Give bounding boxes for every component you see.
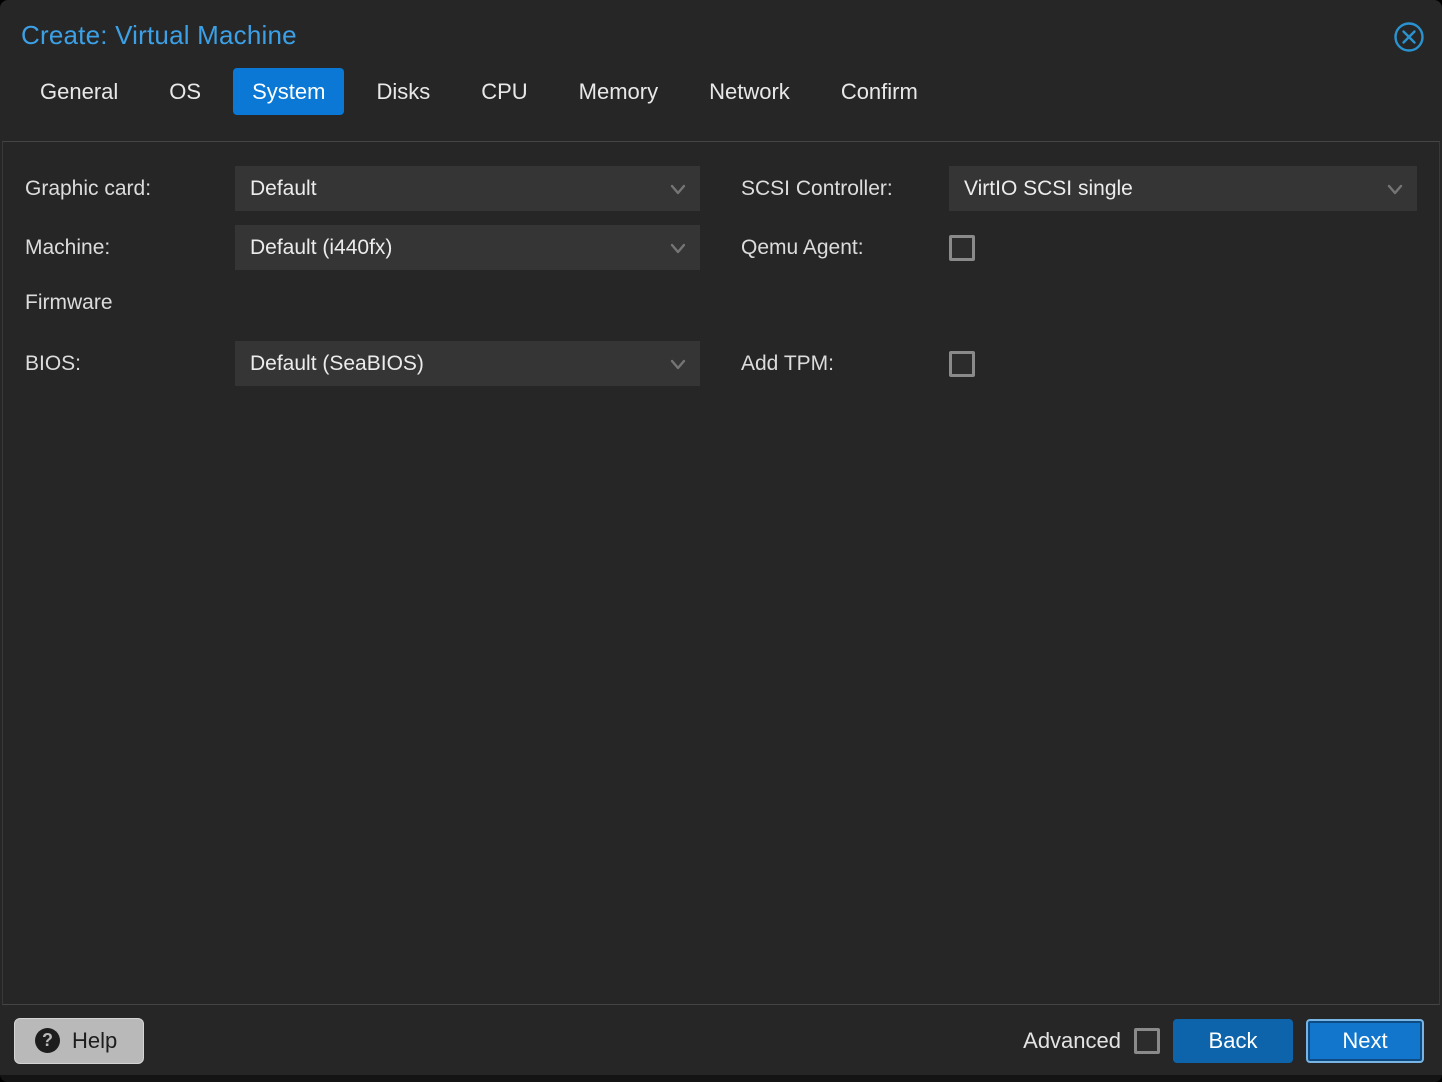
wizard-tabs: General OS System Disks CPU Memory Netwo… (21, 68, 1421, 125)
scsi-controller-row: SCSI Controller: VirtIO SCSI single (741, 166, 1417, 211)
bios-value: Default (SeaBIOS) (235, 352, 424, 376)
bios-select[interactable]: Default (SeaBIOS) (235, 341, 700, 386)
back-button[interactable]: Back (1173, 1019, 1293, 1063)
graphic-card-row: Graphic card: Default (25, 166, 700, 211)
advanced-label: Advanced (1023, 1028, 1121, 1054)
qemu-agent-row: Qemu Agent: (741, 225, 975, 270)
close-button[interactable] (1392, 20, 1426, 54)
scsi-controller-select[interactable]: VirtIO SCSI single (949, 166, 1417, 211)
machine-row: Machine: Default (i440fx) (25, 225, 700, 270)
add-tpm-checkbox[interactable] (949, 351, 975, 377)
graphic-card-select[interactable]: Default (235, 166, 700, 211)
tab-cpu[interactable]: CPU (462, 68, 546, 115)
qemu-agent-label: Qemu Agent: (741, 236, 949, 260)
chevron-down-icon (1383, 177, 1407, 201)
scsi-controller-label: SCSI Controller: (741, 177, 949, 201)
footer-actions: Advanced Back Next (1023, 1019, 1424, 1063)
tab-system[interactable]: System (233, 68, 344, 115)
tab-os[interactable]: OS (150, 68, 220, 115)
tab-general[interactable]: General (21, 68, 137, 115)
graphic-card-label: Graphic card: (25, 177, 235, 201)
machine-value: Default (i440fx) (235, 236, 392, 260)
tab-disks[interactable]: Disks (357, 68, 449, 115)
create-vm-dialog: Create: Virtual Machine General OS Syste… (0, 0, 1442, 1082)
chevron-down-icon (666, 352, 690, 376)
dialog-header: Create: Virtual Machine General OS Syste… (0, 0, 1442, 125)
form-panel: Graphic card: Default Machine: Default (… (2, 141, 1440, 1005)
chevron-down-icon (666, 177, 690, 201)
close-icon (1392, 42, 1426, 57)
machine-label: Machine: (25, 236, 235, 260)
help-button[interactable]: ? Help (14, 1018, 144, 1064)
advanced-checkbox[interactable] (1134, 1028, 1160, 1054)
bios-row: BIOS: Default (SeaBIOS) (25, 341, 700, 386)
tab-network[interactable]: Network (690, 68, 809, 115)
firmware-section-label: Firmware (25, 288, 113, 318)
add-tpm-row: Add TPM: (741, 341, 975, 386)
add-tpm-label: Add TPM: (741, 352, 949, 376)
window-bottom-edge (0, 1075, 1442, 1082)
firmware-section: Firmware (25, 288, 113, 318)
qemu-agent-checkbox[interactable] (949, 235, 975, 261)
tab-confirm[interactable]: Confirm (822, 68, 937, 115)
help-button-label: Help (72, 1028, 117, 1054)
tab-memory[interactable]: Memory (560, 68, 677, 115)
dialog-footer: ? Help Advanced Back Next (0, 1006, 1442, 1075)
question-circle-icon: ? (35, 1028, 60, 1053)
next-button[interactable]: Next (1306, 1019, 1424, 1063)
machine-select[interactable]: Default (i440fx) (235, 225, 700, 270)
dialog-title: Create: Virtual Machine (21, 20, 1421, 51)
chevron-down-icon (666, 236, 690, 260)
scsi-controller-value: VirtIO SCSI single (949, 177, 1133, 201)
bios-label: BIOS: (25, 352, 235, 376)
graphic-card-value: Default (235, 177, 317, 201)
